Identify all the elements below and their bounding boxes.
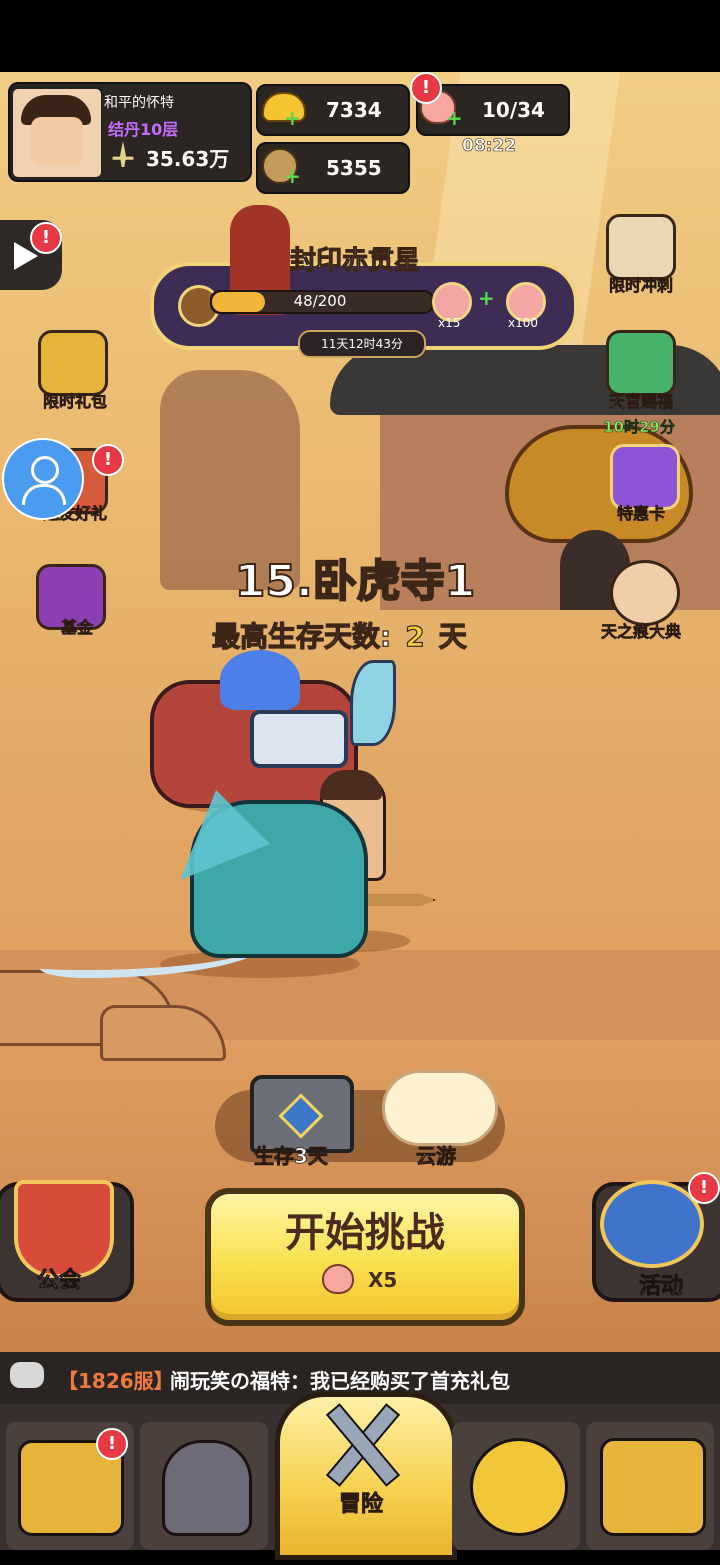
player-realm: 结丹10层: [108, 120, 179, 139]
start-label[interactable]: 开始挑战: [205, 1200, 525, 1258]
survive-record: 最高生存天数: 2 天: [211, 615, 467, 655]
guild-label[interactable]: 公会: [0, 1262, 124, 1294]
player-name: 和平的怀特: [104, 95, 174, 111]
blessing-timer: 10时29分: [603, 418, 675, 437]
blue-flame: [220, 650, 300, 710]
floating-user-button[interactable]: [2, 438, 84, 520]
treasure-chest-icon: [600, 1438, 706, 1536]
chat-icon[interactable]: [10, 1362, 44, 1388]
reward2-count: x100: [508, 316, 539, 330]
survive-days: 2: [405, 619, 426, 653]
survive-label: 最高生存天数:: [211, 619, 392, 653]
nav-adventure-label[interactable]: 冒险: [275, 1486, 447, 1518]
cloud-label[interactable]: 云游: [416, 1140, 457, 1169]
chat-message: 闹玩笑の福特：我已经购买了首充礼包: [170, 1369, 510, 1393]
event-countdown: 11天12时43分: [298, 330, 426, 358]
stage-title: 15.卧虎寺1: [234, 555, 477, 608]
player-power: 35.63万: [146, 147, 230, 171]
sprint-label[interactable]: 限时冲刺: [586, 272, 696, 296]
video-alert-badge: !: [30, 222, 62, 254]
gift-label[interactable]: 限时礼包: [20, 388, 130, 412]
fund-label[interactable]: 基金: [22, 614, 132, 638]
cost-peach-icon: [322, 1264, 354, 1294]
codex-label[interactable]: 天之痕大典: [586, 618, 696, 642]
blessing-label[interactable]: 天官赐福: [586, 388, 696, 412]
event-progress-text: 48/200: [293, 292, 347, 310]
upgrade-arrow-icon: [470, 1438, 568, 1536]
reward1-count: x15: [438, 316, 461, 330]
user-icon-body: [22, 484, 66, 505]
treasury-alert-badge: !: [96, 1428, 128, 1460]
gold-value: 7334: [326, 98, 382, 122]
start-cost: X5: [368, 1268, 398, 1292]
stamina-value: 10/34: [482, 98, 545, 122]
user-icon: [31, 456, 59, 484]
survive-unit: 天: [438, 619, 467, 653]
stamina-alert-badge: !: [410, 72, 442, 104]
cloud-icon[interactable]: [382, 1070, 498, 1146]
crossed-swords-icon: [310, 1398, 410, 1488]
activity-label[interactable]: 活动: [596, 1268, 720, 1300]
event-title: 封印赤贯星: [289, 246, 421, 277]
reward-plus-icon: +: [478, 286, 495, 310]
add-gold-icon[interactable]: +: [284, 106, 301, 130]
add-stamina-icon[interactable]: +: [446, 106, 463, 130]
gift-pack-icon[interactable]: [38, 330, 108, 396]
card-label[interactable]: 特惠卡: [586, 500, 696, 524]
axe-weapon: [350, 660, 396, 746]
chat-server: 【1826服】: [58, 1369, 174, 1393]
player-avatar[interactable]: [10, 86, 104, 180]
copper-value: 5355: [326, 156, 382, 180]
blessing-fan-icon[interactable]: [606, 330, 676, 396]
stamina-timer: 08:22: [462, 136, 517, 157]
add-copper-icon[interactable]: +: [284, 164, 301, 188]
helmet-icon: [162, 1440, 252, 1536]
hammer-weapon: [250, 710, 348, 768]
invite-alert-badge: !: [92, 444, 124, 476]
activity-alert-badge: !: [688, 1172, 720, 1204]
sprint-hourglass-icon[interactable]: [606, 214, 676, 280]
chest-label[interactable]: 生存3天: [254, 1140, 329, 1169]
